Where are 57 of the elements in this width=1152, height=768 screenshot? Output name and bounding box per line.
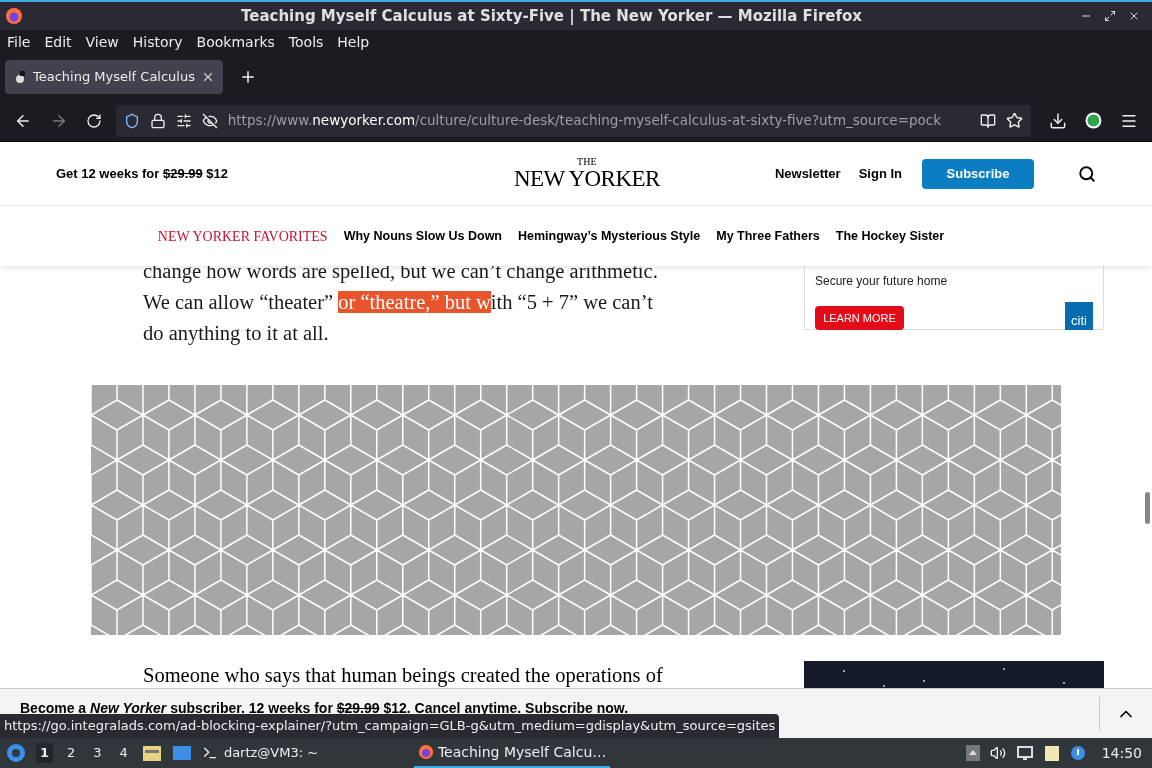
favorite-link[interactable]: The Hockey Sister: [835, 226, 945, 246]
clock: 14:50: [1101, 743, 1142, 763]
lock-icon[interactable]: [149, 112, 166, 129]
firefox-logo-icon: [5, 7, 23, 25]
volume-icon[interactable]: [989, 745, 1006, 761]
close-icon[interactable]: [1128, 10, 1140, 22]
bookmark-star-icon[interactable]: [1006, 112, 1024, 129]
status-url-tooltip: https://go.integralads.com/ad-blocking-explainer/?utm_campaign=GLB-g&utm_medium=gdisplay&utm_source=gsites: [0, 714, 780, 738]
address-bar[interactable]: https://www.newyorker.com/culture/culture-desk/teaching-myself-calculus-at-sixty-five?utm_source=pock: [115, 104, 1032, 137]
reload-icon[interactable]: [85, 112, 102, 129]
start-menu-icon[interactable]: [6, 743, 26, 763]
tracking-icon[interactable]: [201, 112, 218, 129]
ad-text: Secure your future home: [815, 274, 948, 288]
download-icon[interactable]: [1049, 111, 1068, 130]
menu-item[interactable]: Tools: [288, 31, 324, 53]
new-tab-icon[interactable]: [239, 68, 257, 86]
ad-logo[interactable]: citi: [1065, 302, 1093, 330]
article-paragraph: Someone who says that human beings created the operations of: [143, 663, 663, 687]
header-link[interactable]: Newsletter: [774, 163, 841, 184]
workspace-button[interactable]: 1: [36, 743, 54, 763]
scrollbar-thumb[interactable]: [1145, 492, 1150, 524]
taskbar-window[interactable]: Teaching Myself Calcu…: [413, 738, 611, 768]
firefox-logo-icon: [417, 744, 434, 760]
menu-item[interactable]: Help: [337, 31, 370, 53]
file-manager-icon[interactable]: [141, 744, 162, 762]
menu-item[interactable]: Bookmarks: [196, 31, 275, 53]
favorite-link[interactable]: Hemingway’s Mysterious Style: [518, 226, 701, 246]
promo-text[interactable]: Get 12 weeks for $29.99 $12: [56, 163, 456, 184]
taskbar-window[interactable]: dartz@VM3: ~: [223, 743, 404, 763]
permissions-icon[interactable]: [175, 112, 192, 129]
workspace-button[interactable]: 3: [89, 743, 106, 763]
search-icon[interactable]: [1078, 164, 1096, 183]
reader-view-icon[interactable]: [980, 112, 997, 129]
site-logo[interactable]: THE NEW YORKER: [514, 157, 660, 190]
menu-item[interactable]: Edit: [44, 31, 72, 53]
shield-icon[interactable]: [123, 112, 140, 129]
extension-icon[interactable]: [1085, 112, 1103, 129]
tab-favicon-icon: [13, 70, 27, 84]
network-icon[interactable]: [1015, 745, 1034, 761]
terminal-icon[interactable]: [201, 745, 218, 761]
subscribe-button[interactable]: Subscribe: [922, 158, 1034, 189]
browser-tab[interactable]: Teaching Myself Calculus: [5, 60, 223, 94]
favorite-link[interactable]: Why Nouns Slow Us Down: [343, 226, 502, 246]
maximize-icon[interactable]: [1104, 10, 1116, 22]
workspace-button[interactable]: 2: [63, 743, 80, 763]
window-title: Teaching Myself Calculus at Sixty-Five | The New Yorker — Mozilla Firefox: [239, 5, 864, 27]
favorite-link[interactable]: My Three Fathers: [716, 226, 820, 246]
notification-icon[interactable]: [1069, 745, 1086, 761]
learn-more-button[interactable]: LEARN MORE: [815, 306, 904, 330]
menu-item[interactable]: History: [132, 31, 183, 53]
menu-item[interactable]: File: [7, 31, 31, 53]
desktop-icon[interactable]: [171, 745, 192, 761]
workspace-button[interactable]: 4: [115, 743, 132, 763]
favorites-label: NEW YORKER FAVORITES: [157, 227, 328, 246]
close-tab-icon[interactable]: [201, 70, 215, 84]
menu-item[interactable]: View: [85, 31, 119, 53]
header-link[interactable]: Sign In: [858, 163, 902, 184]
